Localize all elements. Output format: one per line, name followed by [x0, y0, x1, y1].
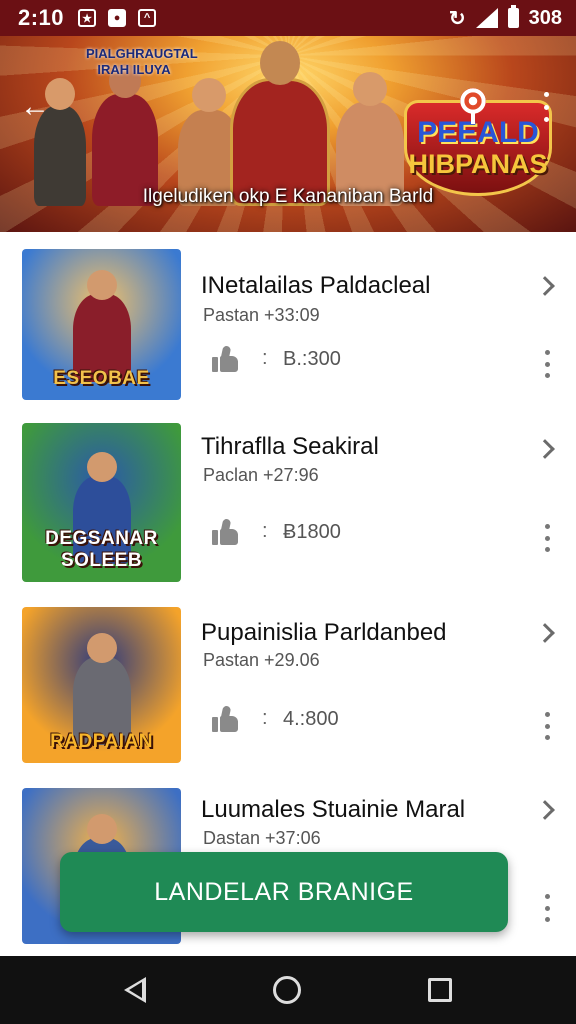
- like-count: B.:300: [283, 348, 341, 370]
- item-subtitle: Pastan +29.06: [203, 650, 320, 670]
- status-time: 2:10: [18, 5, 65, 30]
- item-subtitle: Dastan +37:06: [203, 828, 321, 848]
- chevron-right-icon[interactable]: [535, 439, 555, 459]
- thumbnail-label: DEGSANAR SOLEEB: [45, 528, 158, 571]
- item-subtitle: Pastan +33:09: [203, 305, 320, 325]
- game-logo-right: PEEALD HIBPANAS: [404, 100, 552, 196]
- chevron-right-icon[interactable]: [535, 276, 555, 296]
- chevron-right-icon[interactable]: [535, 623, 555, 643]
- item-title: Pupainislia Parldanbed: [201, 619, 447, 646]
- list-item[interactable]: RADPAIAN Pupainislia Parldanbed Pastan +…: [0, 606, 576, 790]
- separator: :: [262, 347, 268, 369]
- thumbnail-label: ESEOBAE: [53, 368, 150, 389]
- like-count: 4.:800: [283, 708, 339, 730]
- game-logo-left: PIALGHRAUGTAL IRAH ILUYA: [86, 46, 198, 77]
- system-nav-bar: [0, 956, 576, 1024]
- thumbs-up-icon[interactable]: [212, 518, 238, 545]
- record-icon: ●: [108, 9, 127, 27]
- nav-recents-icon[interactable]: [428, 978, 453, 1002]
- like-count: Ƀ1800: [283, 521, 341, 543]
- thumbnail-label: RADPAIAN: [50, 731, 153, 752]
- sync-icon: ↻: [448, 7, 466, 30]
- photo-icon: ★: [78, 9, 97, 27]
- location-target-icon[interactable]: [460, 88, 486, 124]
- nav-home-icon[interactable]: [272, 976, 301, 1004]
- more-options-icon[interactable]: [540, 712, 554, 740]
- logo-line-1: PEEALD: [417, 116, 539, 149]
- hero-banner: PIALGHRAUGTAL IRAH ILUYA PEEALD HIBPANAS…: [0, 36, 576, 232]
- item-title: Luumales Stuainie Maral: [201, 796, 466, 823]
- item-subtitle: Paclan +27:96: [203, 465, 319, 485]
- back-arrow-icon[interactable]: ←: [20, 92, 52, 122]
- list-item[interactable]: DEGSANAR SOLEEB Tihraflla Seakiral Pacla…: [0, 422, 576, 606]
- thumbs-up-icon[interactable]: [212, 345, 238, 372]
- game-thumbnail[interactable]: ESEOBAE: [22, 249, 181, 400]
- battery-level: 308: [528, 6, 562, 29]
- battery-icon: [507, 5, 519, 28]
- more-options-icon[interactable]: [540, 524, 554, 552]
- nav-back-icon[interactable]: [123, 977, 146, 1003]
- wifi-icon: [475, 8, 498, 28]
- more-options-icon[interactable]: [540, 894, 554, 922]
- primary-action-button[interactable]: LANDELAR BRANIGE: [60, 852, 508, 932]
- item-title: INetalailas Paldacleal: [201, 272, 431, 299]
- banner-caption: Ilgeludiken okp E Kananiban Barld: [142, 186, 434, 207]
- separator: :: [262, 707, 268, 729]
- game-list: ESEOBAE INetalailas Paldacleal Pastan +3…: [0, 232, 576, 956]
- thumbs-up-icon[interactable]: [212, 705, 238, 732]
- game-thumbnail[interactable]: DEGSANAR SOLEEB: [22, 423, 181, 582]
- item-title: Tihraflla Seakiral: [201, 433, 379, 460]
- more-options-icon[interactable]: [538, 92, 554, 122]
- status-bar: 2:10 ★ ● ^ ↻ 308: [0, 0, 576, 36]
- logo-line-2: HIBPANAS: [408, 149, 548, 179]
- app-icon: ^: [138, 9, 157, 27]
- list-item[interactable]: ESEOBAE INetalailas Paldacleal Pastan +3…: [0, 248, 576, 432]
- game-thumbnail[interactable]: RADPAIAN: [22, 607, 181, 763]
- separator: :: [262, 520, 268, 542]
- more-options-icon[interactable]: [540, 350, 554, 378]
- chevron-right-icon[interactable]: [535, 800, 555, 820]
